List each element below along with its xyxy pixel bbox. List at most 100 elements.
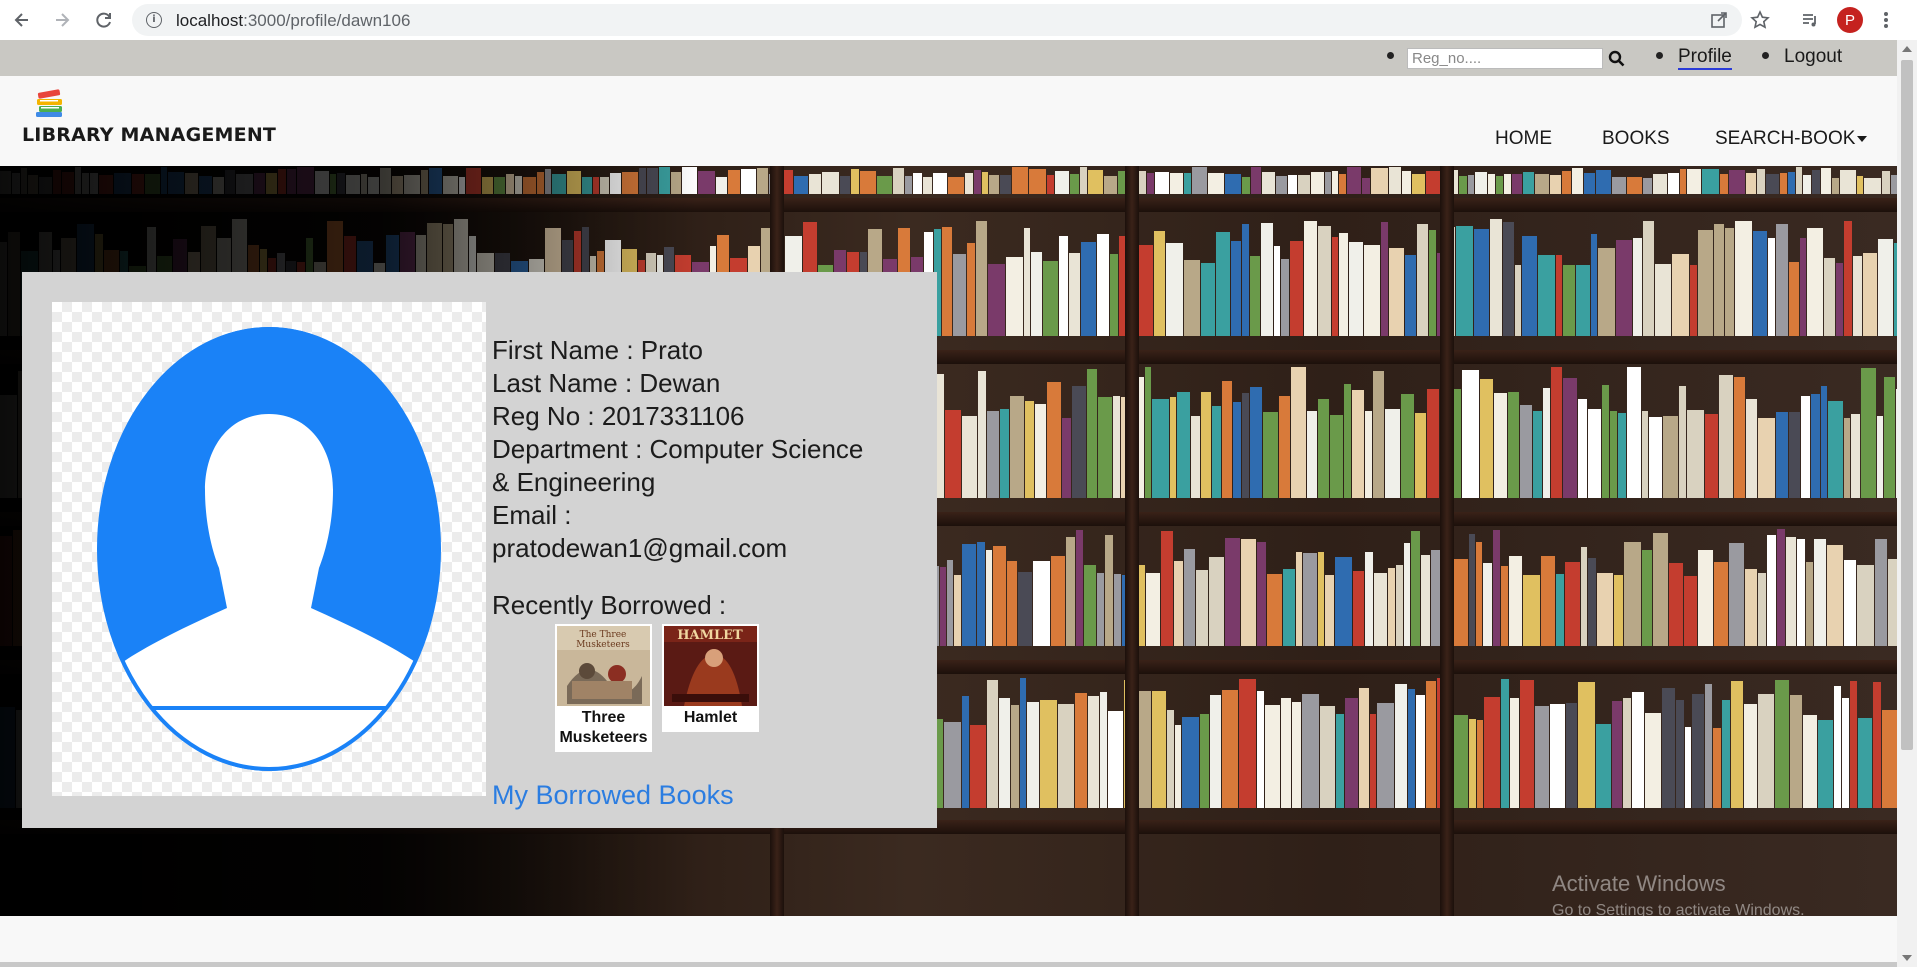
back-icon[interactable] bbox=[8, 6, 36, 34]
book-spine bbox=[1084, 565, 1096, 646]
book-spine bbox=[1311, 172, 1324, 194]
book-spine bbox=[1231, 241, 1241, 336]
book-spine bbox=[1643, 178, 1652, 194]
reading-list-icon[interactable] bbox=[1796, 6, 1824, 34]
book-spine bbox=[962, 416, 977, 498]
book-spine bbox=[1200, 714, 1209, 808]
book-spine bbox=[1493, 530, 1500, 646]
book-spine bbox=[1735, 221, 1752, 336]
book-spine bbox=[948, 177, 964, 194]
book-spine bbox=[953, 254, 966, 336]
book-spine bbox=[1719, 375, 1733, 498]
share-icon[interactable] bbox=[1705, 6, 1733, 34]
book-spine bbox=[1882, 171, 1890, 194]
book-spine bbox=[1389, 167, 1401, 194]
svg-text:HAMLET: HAMLET bbox=[677, 628, 743, 643]
borrowed-book-card[interactable]: HAMLET Hamlet bbox=[662, 624, 759, 732]
book-spine bbox=[1062, 418, 1071, 498]
book-spine bbox=[1147, 173, 1154, 194]
book-spine bbox=[1262, 172, 1275, 194]
book-spine bbox=[1421, 555, 1430, 646]
book-spine bbox=[1452, 559, 1468, 646]
book-spine bbox=[877, 176, 892, 194]
book-spine bbox=[1072, 386, 1086, 498]
book-spine bbox=[1426, 681, 1436, 808]
site-info-icon[interactable]: i bbox=[146, 12, 162, 28]
reg-no-search-input[interactable] bbox=[1407, 48, 1603, 69]
book-spine bbox=[1381, 222, 1388, 336]
books-stack-icon[interactable] bbox=[34, 88, 66, 118]
book-spine bbox=[1642, 411, 1648, 498]
reload-icon[interactable] bbox=[90, 6, 118, 34]
nav-books[interactable]: BOOKS bbox=[1602, 128, 1670, 150]
chevron-down-icon bbox=[1857, 135, 1868, 142]
nav-home[interactable]: HOME bbox=[1495, 128, 1552, 150]
brand-title[interactable]: LIBRARY MANAGEMENT bbox=[22, 124, 276, 146]
book-spine bbox=[1456, 226, 1473, 336]
book-spine bbox=[905, 176, 912, 194]
book-spine bbox=[1614, 575, 1623, 646]
avatar[interactable]: P bbox=[1837, 7, 1863, 33]
book-spine bbox=[1509, 556, 1522, 646]
nav-search-book[interactable]: SEARCH-BOOK bbox=[1715, 128, 1868, 150]
book-spine bbox=[1556, 574, 1564, 646]
book-spine bbox=[1596, 170, 1611, 194]
profile-avatar[interactable]: P bbox=[1836, 6, 1864, 34]
book-spine bbox=[974, 170, 981, 194]
search-icon[interactable] bbox=[1606, 48, 1626, 69]
book-spine bbox=[1655, 264, 1671, 336]
book-spine bbox=[1484, 697, 1500, 808]
book-spine bbox=[840, 176, 850, 194]
book-spine bbox=[860, 171, 876, 194]
book-spine bbox=[1800, 238, 1806, 336]
book-spine bbox=[1452, 715, 1468, 808]
book-spine bbox=[1563, 265, 1575, 336]
book-spine bbox=[1296, 552, 1302, 646]
book-spine bbox=[1283, 569, 1295, 646]
book-spine bbox=[1713, 728, 1721, 808]
book-spine bbox=[1649, 417, 1662, 498]
scroll-up-arrow-icon[interactable] bbox=[1902, 46, 1912, 52]
book-spine bbox=[1797, 539, 1805, 646]
logout-link[interactable]: Logout bbox=[1784, 46, 1842, 68]
more-icon[interactable] bbox=[1876, 6, 1896, 34]
book-spine bbox=[1201, 263, 1215, 336]
book-spine bbox=[1031, 252, 1042, 336]
book-spine bbox=[1177, 392, 1190, 498]
book-spine bbox=[1377, 703, 1394, 808]
book-spine bbox=[1344, 384, 1351, 498]
scrollbar-thumb[interactable] bbox=[1901, 60, 1913, 750]
book-spine bbox=[698, 171, 715, 194]
book-spine bbox=[942, 227, 952, 336]
book-spine bbox=[1653, 174, 1667, 194]
book-spine bbox=[1714, 224, 1724, 336]
book-spine bbox=[1623, 698, 1631, 808]
borrowed-book-card[interactable]: The Three Musketeers Three Musketeers bbox=[555, 624, 652, 752]
book-spine bbox=[1104, 176, 1117, 194]
book-spine bbox=[1336, 714, 1344, 808]
address-bar[interactable]: i localhost:3000/profile/dawn106 bbox=[132, 4, 1742, 36]
book-spine bbox=[1242, 393, 1249, 498]
my-borrowed-books-link[interactable]: My Borrowed Books bbox=[492, 780, 734, 811]
book-spine bbox=[1858, 718, 1872, 808]
forward-icon[interactable] bbox=[48, 6, 76, 34]
book-spine bbox=[1066, 537, 1075, 646]
book-spine bbox=[1325, 575, 1334, 646]
book-spine bbox=[1242, 177, 1250, 194]
book-spine bbox=[1330, 415, 1343, 498]
bookmark-star-icon[interactable] bbox=[1746, 6, 1774, 34]
profile-link[interactable]: Profile bbox=[1678, 46, 1732, 70]
book-spine bbox=[1757, 169, 1765, 194]
horizontal-scrollbar[interactable] bbox=[0, 962, 1897, 967]
book-spine bbox=[1184, 549, 1195, 646]
book-spine bbox=[1076, 530, 1083, 646]
book-spine bbox=[1662, 688, 1675, 808]
book-spine bbox=[1565, 562, 1580, 646]
book-spine bbox=[1408, 689, 1415, 808]
book-spine bbox=[1758, 418, 1775, 498]
book-spine bbox=[1832, 178, 1839, 194]
vertical-scrollbar[interactable] bbox=[1897, 40, 1917, 967]
book-spine bbox=[1643, 221, 1654, 336]
book-spine bbox=[1861, 368, 1876, 498]
scroll-down-arrow-icon[interactable] bbox=[1902, 955, 1912, 961]
